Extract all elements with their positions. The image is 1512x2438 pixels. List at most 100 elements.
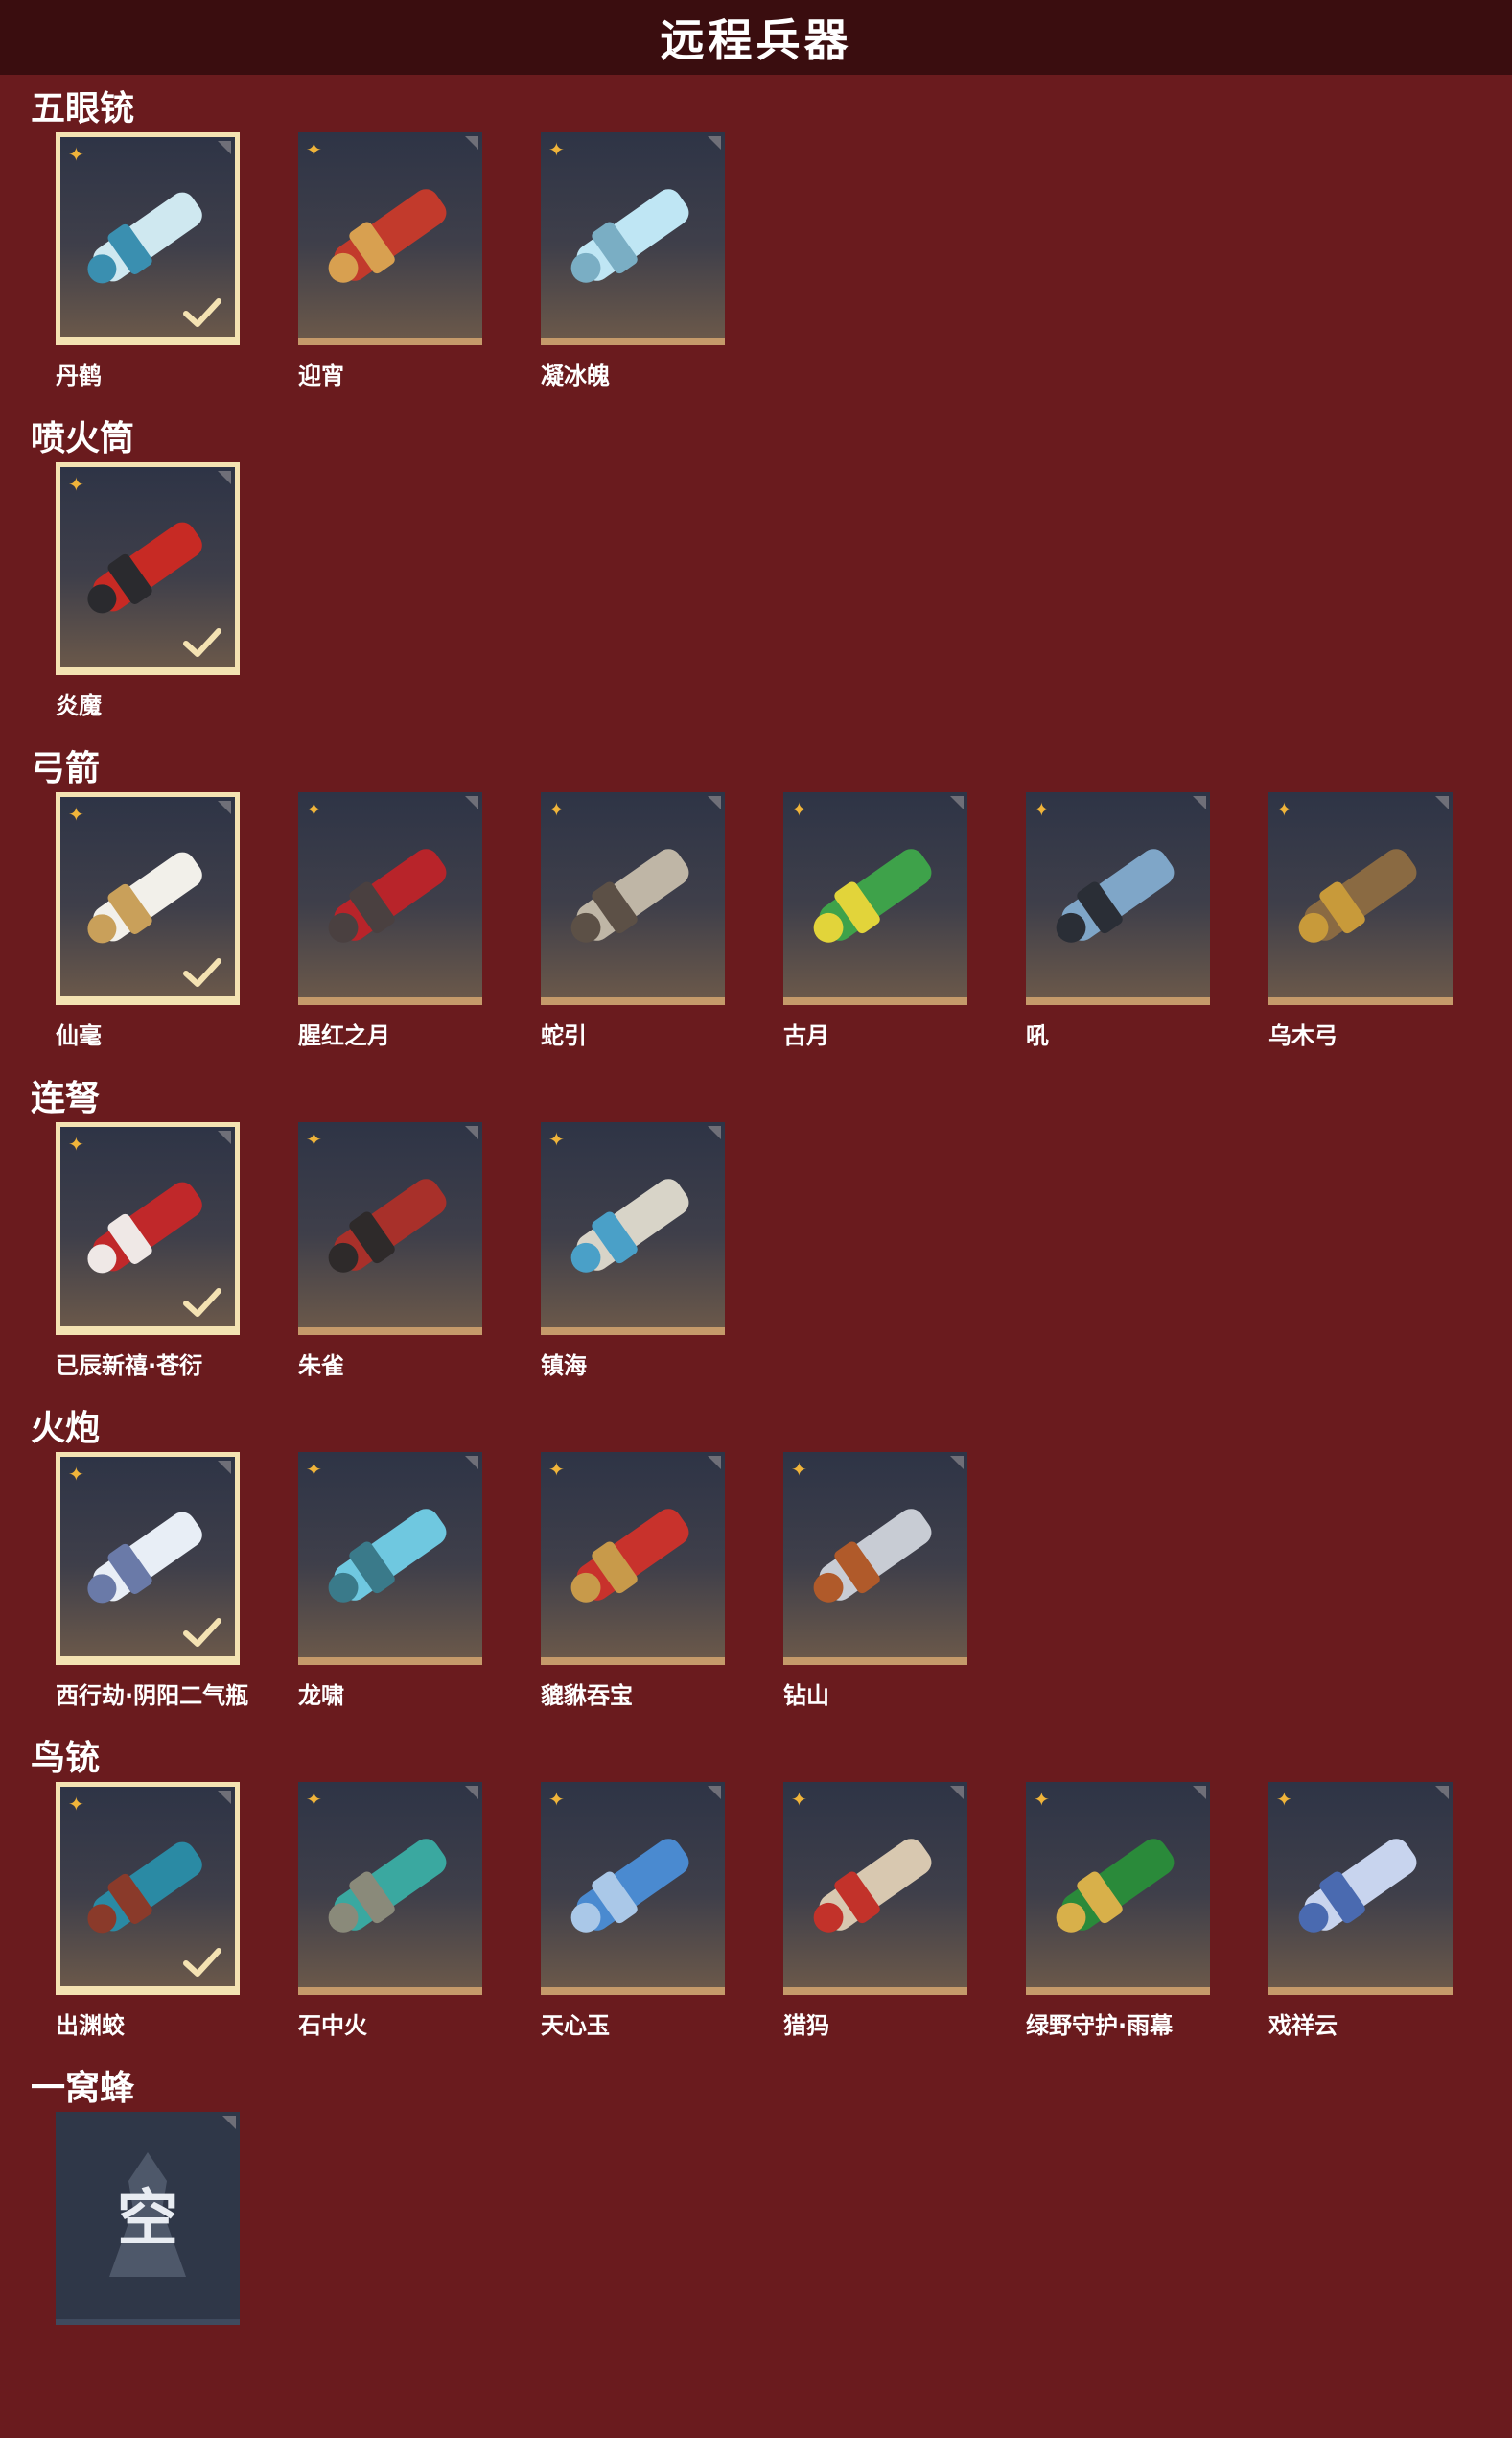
- weapon-name: 西行劫·阴阳二气瓶: [56, 1682, 249, 1709]
- weapon-item[interactable]: ✦ 朱雀: [298, 1122, 490, 1379]
- weapon-card[interactable]: ✦: [298, 1122, 482, 1335]
- corner-tab-icon: [222, 2116, 236, 2129]
- check-icon: [183, 1618, 221, 1647]
- weapon-name: 腥红之月: [298, 1022, 390, 1049]
- weapon-card[interactable]: ✦: [298, 132, 482, 345]
- weapon-card[interactable]: ✦: [298, 792, 482, 1005]
- weapon-item[interactable]: ✦ 腥红之月: [298, 792, 490, 1049]
- weapon-name: 钻山: [783, 1682, 829, 1709]
- weapon-name: 戏祥云: [1268, 2012, 1338, 2039]
- check-icon: [183, 628, 221, 657]
- weapon-item[interactable]: ✦ 炎魔: [56, 462, 247, 719]
- weapon-item[interactable]: ✦ 西行劫·阴阳二气瓶: [56, 1452, 248, 1709]
- weapon-section: 一窝蜂空: [0, 2054, 1512, 2438]
- weapon-card[interactable]: ✦: [783, 1782, 967, 1995]
- weapon-name: 凝冰魄: [541, 363, 610, 389]
- weapon-name: 迎宵: [298, 363, 344, 389]
- weapon-image: [328, 1509, 447, 1603]
- weapon-name: 丹鹤: [56, 363, 102, 389]
- weapon-item[interactable]: ✦ 迎宵: [298, 132, 490, 389]
- weapon-image: [328, 189, 447, 283]
- weapon-name: 出渊蛟: [56, 2012, 125, 2039]
- check-icon: [183, 1948, 221, 1977]
- weapon-card[interactable]: ✦: [56, 462, 240, 675]
- weapon-item[interactable]: ✦ 丹鹤: [56, 132, 247, 389]
- weapon-item[interactable]: ✦ 石中火: [298, 1782, 490, 2039]
- weapon-item[interactable]: ✦ 乌木弓: [1268, 792, 1460, 1049]
- weapon-image: [1056, 849, 1175, 943]
- check-icon: [183, 298, 221, 327]
- weapon-name: 石中火: [298, 2012, 367, 2039]
- weapon-item[interactable]: ✦ 貔貅吞宝: [541, 1452, 733, 1709]
- weapon-name: 朱雀: [298, 1352, 344, 1379]
- weapon-image: [570, 1509, 689, 1603]
- weapon-section: 弓箭 ✦ 仙毫 ✦ 腥红之月 ✦ 蛇引 ✦ 古月 ✦ 吼 ✦ 乌木弓: [0, 735, 1512, 1065]
- weapon-image: [328, 1839, 447, 1933]
- weapon-item[interactable]: 空: [56, 2112, 247, 2363]
- section-title: 喷火筒: [31, 419, 135, 458]
- weapon-name: 已辰新禧·苍衍: [56, 1352, 203, 1379]
- weapon-section: 鸟铳 ✦ 出渊蛟 ✦ 石中火 ✦ 天心玉 ✦ 猎犸 ✦ 绿野守护·雨幕 ✦ 戏祥云: [0, 1724, 1512, 2054]
- weapon-card[interactable]: ✦: [298, 1452, 482, 1665]
- weapon-item[interactable]: ✦ 仙毫: [56, 792, 247, 1049]
- check-icon: [183, 958, 221, 987]
- weapon-card[interactable]: ✦: [1268, 792, 1453, 1005]
- weapon-image: [813, 849, 932, 943]
- weapon-card[interactable]: ✦: [56, 1452, 240, 1665]
- section-title: 弓箭: [31, 749, 101, 788]
- weapon-name: 炎魔: [56, 692, 102, 719]
- section-title: 连弩: [31, 1079, 101, 1118]
- weapon-image: [813, 1839, 932, 1933]
- weapon-card[interactable]: ✦: [1026, 792, 1210, 1005]
- weapon-item[interactable]: ✦ 猎犸: [783, 1782, 975, 2039]
- weapon-section: 五眼铳 ✦ 丹鹤 ✦ 迎宵 ✦ 凝冰魄: [0, 75, 1512, 405]
- weapon-name: 貔貅吞宝: [541, 1682, 633, 1709]
- weapon-image: [570, 1179, 689, 1273]
- weapon-card[interactable]: ✦: [541, 1122, 725, 1335]
- weapon-card[interactable]: ✦: [541, 1452, 725, 1665]
- weapon-item[interactable]: ✦ 戏祥云: [1268, 1782, 1460, 2039]
- weapon-item[interactable]: ✦ 出渊蛟: [56, 1782, 247, 2039]
- weapon-image: [1056, 1839, 1175, 1933]
- weapon-item[interactable]: ✦ 绿野守护·雨幕: [1026, 1782, 1218, 2039]
- weapon-card[interactable]: ✦: [541, 132, 725, 345]
- weapon-item[interactable]: ✦ 天心玉: [541, 1782, 733, 2039]
- weapon-item[interactable]: ✦ 凝冰魄: [541, 132, 733, 389]
- weapon-card[interactable]: ✦: [56, 132, 240, 345]
- weapon-name: 龙啸: [298, 1682, 344, 1709]
- weapon-image: [813, 1509, 932, 1603]
- weapon-name: 天心玉: [541, 2012, 610, 2039]
- weapon-name: 仙毫: [56, 1022, 102, 1049]
- weapon-name: 猎犸: [783, 2012, 829, 2039]
- empty-slot-card[interactable]: 空: [56, 2112, 240, 2325]
- weapon-card[interactable]: ✦: [783, 792, 967, 1005]
- weapon-card[interactable]: ✦: [56, 792, 240, 1005]
- weapon-image: [328, 849, 447, 943]
- weapon-image: [328, 1179, 447, 1273]
- weapon-item[interactable]: ✦ 古月: [783, 792, 975, 1049]
- weapon-item[interactable]: ✦ 龙啸: [298, 1452, 490, 1709]
- weapon-card[interactable]: ✦: [783, 1452, 967, 1665]
- weapon-card[interactable]: ✦: [541, 792, 725, 1005]
- empty-slot-label: 空: [117, 2184, 178, 2255]
- weapon-name: 镇海: [541, 1352, 587, 1379]
- weapon-item[interactable]: ✦ 吼: [1026, 792, 1218, 1049]
- weapon-name: 吼: [1026, 1022, 1049, 1049]
- weapon-card[interactable]: ✦: [56, 1782, 240, 1995]
- weapon-card[interactable]: ✦: [1268, 1782, 1453, 1995]
- weapon-item[interactable]: ✦ 钻山: [783, 1452, 975, 1709]
- weapon-image: [1298, 849, 1417, 943]
- weapon-name: 蛇引: [541, 1022, 587, 1049]
- weapon-item[interactable]: ✦ 已辰新禧·苍衍: [56, 1122, 247, 1379]
- weapon-image: [570, 849, 689, 943]
- weapon-card[interactable]: ✦: [56, 1122, 240, 1335]
- weapon-section: 喷火筒 ✦ 炎魔: [0, 405, 1512, 735]
- weapon-card[interactable]: ✦: [298, 1782, 482, 1995]
- page-header: 远程兵器: [0, 0, 1512, 75]
- weapon-item[interactable]: ✦ 蛇引: [541, 792, 733, 1049]
- weapon-name: 绿野守护·雨幕: [1026, 2012, 1174, 2039]
- weapon-item[interactable]: ✦ 镇海: [541, 1122, 733, 1379]
- weapon-card[interactable]: ✦: [541, 1782, 725, 1995]
- weapon-card[interactable]: ✦: [1026, 1782, 1210, 1995]
- weapon-name: 古月: [783, 1022, 829, 1049]
